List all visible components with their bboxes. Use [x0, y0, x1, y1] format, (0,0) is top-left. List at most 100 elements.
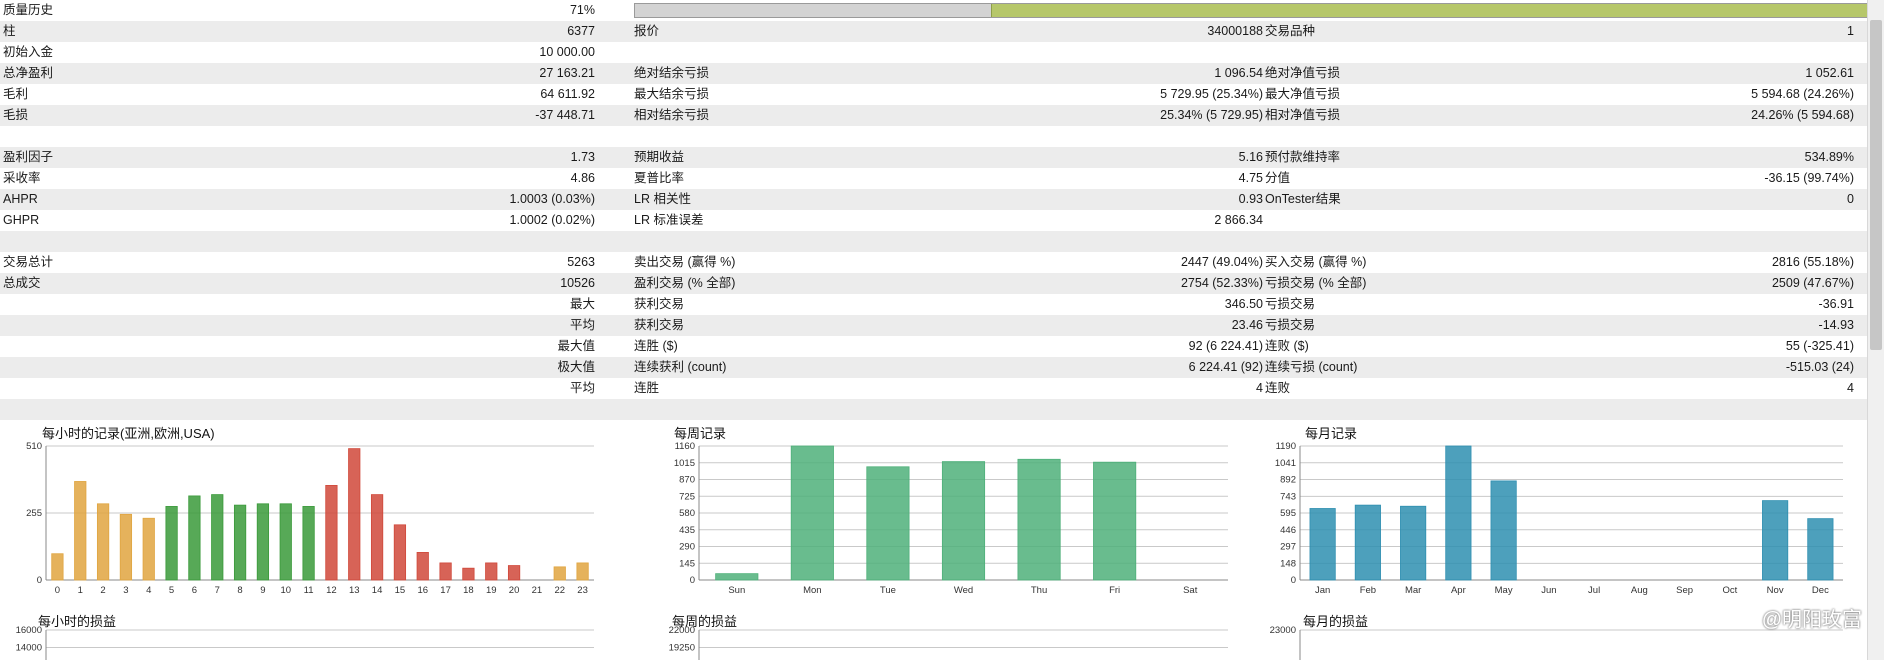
stat-row: GHPR 1.0002 (0.02%) LR 标准误差 2 866.34	[0, 210, 1868, 231]
y-tick-label: 743	[1280, 491, 1296, 502]
stat-label: OnTester结果	[1265, 192, 1341, 206]
stat-row: 采收率 4.86 夏普比率 4.75 分值 -36.15 (99.74%)	[0, 168, 1868, 189]
x-tick-label: 0	[55, 585, 60, 596]
y-tick-label: 446	[1280, 525, 1296, 536]
chart-svg: 0 148 297 446 595 743 892 1041 1190 Jan Feb Mar Apr M…	[1275, 441, 1843, 596]
x-tick-label: 21	[532, 585, 543, 596]
stat-label: 柱	[3, 24, 16, 38]
chart-bar	[1093, 461, 1137, 581]
quality-value: 71%	[569, 3, 595, 17]
x-tick-label: Dec	[1812, 585, 1829, 596]
stat-label: LR 标准误差	[634, 213, 704, 227]
scrollbar-thumb[interactable]	[1870, 20, 1882, 350]
stat-value: 1.0003 (0.03%)	[509, 192, 595, 206]
x-tick-label: 4	[146, 585, 151, 596]
stat-row: 极大值 连续获利 (count) 6 224.41 (92) 连续亏损 (count)…	[0, 357, 1868, 378]
stat-row: AHPR 1.0003 (0.03%) LR 相关性 0.93 OnTester结果 0	[0, 189, 1868, 210]
chart-bar	[416, 552, 429, 581]
quality-bar	[634, 3, 1868, 18]
stat-label: 相对净值亏损	[1265, 108, 1341, 122]
x-tick-label: Sat	[1183, 585, 1198, 596]
y-tick-label: 14000	[16, 643, 42, 654]
y-tick-label: 23000	[1270, 625, 1296, 636]
stat-value: 25.34% (5 729.95)	[1160, 108, 1263, 122]
chart-bar	[279, 503, 292, 581]
x-tick-label: Tue	[880, 585, 896, 596]
chart-title: 每小时的记录(亚洲,欧洲,USA)	[42, 426, 215, 441]
chart-bar	[941, 461, 986, 581]
stat-label: 连败 ($)	[1265, 339, 1309, 353]
stat-label: 获利交易	[634, 297, 685, 311]
chart-bar	[866, 466, 910, 581]
x-tick-label: Oct	[1722, 585, 1737, 596]
stat-label: 夏普比率	[634, 171, 685, 185]
stat-label: 相对结余亏损	[634, 108, 710, 122]
stat-value: 4.75	[1238, 171, 1263, 185]
stat-label: 卖出交易 (赢得 %)	[634, 255, 736, 269]
x-tick-label: Wed	[954, 585, 973, 596]
x-tick-label: Aug	[1631, 585, 1648, 596]
stat-value: 55 (-325.41)	[1785, 339, 1854, 353]
stat-value: 0.93	[1238, 192, 1263, 206]
stat-label: 亏损交易	[1265, 318, 1316, 332]
x-tick-label: 19	[486, 585, 497, 596]
y-tick-label: 0	[690, 575, 695, 586]
stat-value: 64 611.92	[540, 87, 595, 101]
stat-label: 亏损交易	[1265, 297, 1316, 311]
x-tick-label: Mon	[803, 585, 821, 596]
chart-panel: 每小时的记录(亚洲,欧洲,USA) 0 255 510 0 1 2 3 4 5 6 7 8 9 10 11 12…	[0, 420, 600, 600]
stat-label: 采收率	[3, 171, 41, 185]
stat-row: 毛利 64 611.92 最大结余亏损 5 729.95 (25.34%) 最大净值亏损…	[0, 84, 1868, 105]
chart-bar	[211, 494, 224, 581]
chart-panel: 每周记录 0 145 290 435 580 725 870 1015 1160 Sun Mon Tue…	[634, 420, 1234, 600]
chart-bar	[165, 506, 178, 581]
stat-value: 10526	[560, 276, 595, 290]
stat-label: AHPR	[3, 192, 38, 206]
x-tick-label: 15	[395, 585, 406, 596]
vertical-scrollbar[interactable]	[1867, 0, 1884, 660]
stat-label: 总成交	[3, 276, 41, 290]
chart-bar	[507, 565, 521, 581]
x-tick-label: Jan	[1315, 585, 1330, 596]
stat-label: 盈利交易 (% 全部)	[634, 276, 736, 290]
stat-label: 连胜	[634, 381, 660, 395]
x-tick-label: 12	[326, 585, 337, 596]
quality-label: 质量历史	[3, 3, 54, 17]
chart-bar	[233, 504, 247, 581]
stat-value: 4.86	[570, 171, 595, 185]
chart-title: 每月记录	[1305, 426, 1358, 441]
stat-value: -515.03 (24)	[1785, 360, 1854, 374]
stat-row: 柱 6377 报价 34000188 交易品种 1	[0, 21, 1868, 42]
stat-label: 连胜 ($)	[634, 339, 678, 353]
stat-label: 毛利	[3, 87, 29, 101]
stat-value: 1.0002 (0.02%)	[509, 213, 595, 227]
x-tick-label: 14	[372, 585, 383, 596]
stat-value: 平均	[569, 318, 595, 332]
stat-row: 盈利因子 1.73 预期收益 5.16 预付款维持率 534.89%	[0, 147, 1868, 168]
quality-row: 质量历史 71%	[0, 0, 1868, 21]
stat-row	[0, 399, 1868, 420]
stat-row: 初始入金 10 000.00	[0, 42, 1868, 63]
x-tick-label: 22	[554, 585, 565, 596]
x-tick-label: Sep	[1676, 585, 1693, 596]
chart-bar	[1490, 480, 1517, 581]
y-tick-label: 435	[679, 525, 695, 536]
stat-value: 极大值	[557, 360, 595, 374]
y-tick-label: 19250	[669, 643, 695, 654]
chart-bar	[790, 445, 834, 581]
stat-value: 2816 (55.18%)	[1771, 255, 1854, 269]
y-tick-label: 725	[679, 491, 695, 502]
stat-value: 92 (6 224.41)	[1188, 339, 1263, 353]
chart-bar	[96, 503, 110, 581]
x-tick-label: Mar	[1405, 585, 1421, 596]
stat-row: 平均 连胜 4 连败 4	[0, 378, 1868, 399]
y-tick-label: 595	[1280, 508, 1296, 519]
chart-bar	[393, 524, 407, 581]
stat-row: 最大 获利交易 346.50 亏损交易 -36.91	[0, 294, 1868, 315]
x-tick-label: Feb	[1360, 585, 1376, 596]
stat-value: 最大	[569, 297, 595, 311]
x-tick-label: Nov	[1767, 585, 1784, 596]
stat-value: 1 052.61	[1805, 66, 1854, 80]
chart-bar	[439, 562, 452, 581]
x-tick-label: 3	[123, 585, 128, 596]
